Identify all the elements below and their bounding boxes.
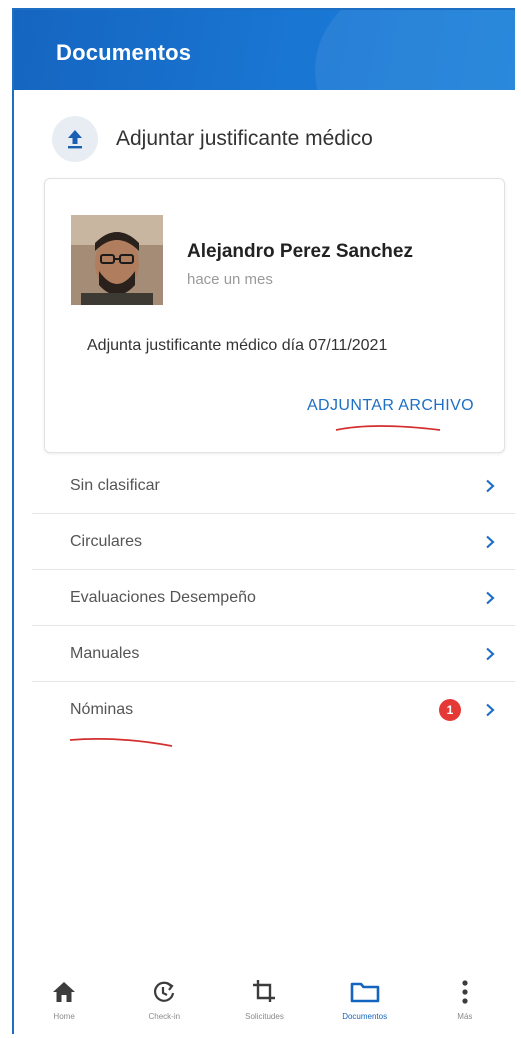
- chevron-right-icon: [486, 703, 495, 717]
- upload-icon: [52, 116, 98, 162]
- chevron-right-icon: [486, 647, 495, 660]
- list-item-manuales[interactable]: Manuales: [32, 626, 515, 682]
- list-item-label: Nóminas: [70, 701, 134, 718]
- notification-badge: 1: [439, 699, 461, 721]
- bottom-navigation: Home Check-in Solicitudes Documentos Más: [14, 970, 515, 1034]
- list-item-label: Evaluaciones Desempeño: [70, 588, 256, 606]
- nav-label: Home: [53, 1012, 75, 1021]
- nav-label: Más: [457, 1012, 473, 1021]
- annotation-underline: [69, 737, 173, 747]
- home-icon: [51, 978, 77, 1006]
- annotation-underline: [335, 425, 441, 431]
- nav-label: Documentos: [342, 1012, 388, 1021]
- attach-file-button[interactable]: ADJUNTAR ARCHIVO: [307, 397, 474, 415]
- nav-item-home[interactable]: Home: [19, 978, 109, 1021]
- upload-justificante-button[interactable]: Adjuntar justificante médico: [52, 113, 373, 165]
- notification-card: Alejandro Perez Sanchez hace un mes Adju…: [44, 178, 505, 453]
- crop-icon: [251, 978, 277, 1006]
- page-title: Documentos: [56, 40, 192, 65]
- avatar: [71, 215, 163, 305]
- user-name: Alejandro Perez Sanchez: [187, 241, 413, 262]
- document-category-list: Sin clasificar Circulares Evaluaciones D…: [32, 458, 515, 738]
- list-item-evaluaciones[interactable]: Evaluaciones Desempeño: [32, 570, 515, 626]
- timestamp: hace un mes: [187, 271, 273, 288]
- nav-item-documentos[interactable]: Documentos: [320, 978, 410, 1021]
- nav-item-mas[interactable]: Más: [420, 978, 510, 1021]
- list-item-label: Circulares: [70, 532, 143, 550]
- card-message: Adjunta justificante médico día 07/11/20…: [87, 337, 388, 354]
- nav-item-check-in[interactable]: Check-in: [119, 978, 209, 1021]
- list-item-label: Sin clasificar: [70, 476, 160, 494]
- chevron-right-icon: [486, 479, 495, 492]
- app-header: Documentos: [14, 10, 515, 90]
- folder-icon: [350, 978, 380, 1006]
- list-item-circulares[interactable]: Circulares: [32, 514, 515, 570]
- list-item-sin-clasificar[interactable]: Sin clasificar: [32, 458, 515, 514]
- more-vertical-icon: [461, 978, 469, 1006]
- nav-item-solicitudes[interactable]: Solicitudes: [219, 978, 309, 1021]
- list-item-label: Manuales: [70, 644, 140, 662]
- chevron-right-icon: [486, 591, 495, 604]
- nav-label: Check-in: [148, 1012, 181, 1021]
- nav-label: Solicitudes: [245, 1012, 284, 1021]
- upload-label: Adjuntar justificante médico: [116, 127, 373, 150]
- list-item-nominas[interactable]: Nóminas 1: [32, 682, 515, 738]
- app-frame: Documentos Adjuntar justificante médico: [12, 8, 515, 1034]
- chevron-right-icon: [486, 535, 495, 548]
- check-in-icon: [151, 978, 177, 1006]
